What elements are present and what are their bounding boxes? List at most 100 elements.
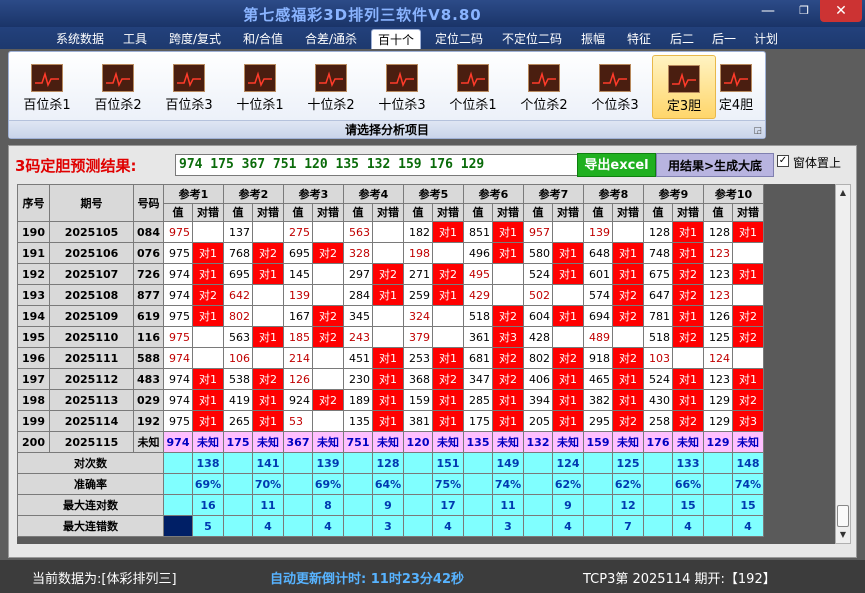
stats-value: 70% — [252, 473, 284, 495]
menu-sum-value[interactable]: 和/合值 — [235, 29, 291, 49]
stats-blank — [223, 515, 253, 537]
menu-tools[interactable]: 工具 — [115, 29, 155, 49]
cell-mark: 对2 — [672, 326, 704, 348]
ribbon-button-9[interactable]: 个位杀3 — [583, 55, 647, 119]
cell-value: 451 — [343, 347, 373, 369]
ribbon-button-7[interactable]: 个位杀1 — [441, 55, 505, 119]
cell-value: 518 — [643, 326, 673, 348]
cell-value: 694 — [583, 305, 613, 327]
ribbon-button-label: 百位杀1 — [23, 98, 71, 113]
table-row[interactable]: 195 2025110 116 975 563 对1 185 对2 243 379 361 对3 428… — [17, 326, 764, 348]
menu-digit-position[interactable]: 百十个 — [371, 29, 421, 49]
prediction-result-field[interactable]: 974 175 367 751 120 135 132 159 176 129 — [175, 154, 583, 176]
cell-value: 123 — [703, 368, 733, 390]
cell-value: 974 — [163, 347, 193, 369]
cell-mark: 未知 — [432, 431, 464, 453]
ribbon-button-6[interactable]: 十位杀3 — [370, 55, 434, 119]
stats-row: 准确率 69% 70% 69% 64% 75% 74% 62% 62% 66% 74% — [17, 473, 764, 495]
row-period: 2025113 — [49, 389, 134, 411]
ribbon-button-4[interactable]: 十位杀1 — [228, 55, 292, 119]
row-number: 619 — [133, 305, 164, 327]
scroll-down-icon[interactable]: ▼ — [836, 527, 850, 543]
ribbon-button-11[interactable]: 定4胆 — [710, 55, 762, 119]
stats-value: 75% — [432, 473, 464, 495]
header-mark: 对错 — [672, 202, 704, 222]
stats-blank — [283, 452, 313, 474]
generate-base-button[interactable]: 用结果>生成大底 — [656, 153, 774, 177]
cell-mark — [552, 221, 584, 243]
cell-mark — [372, 305, 404, 327]
table-row[interactable]: 198 2025113 029 974 对1 419 对1 924 对2 189 对1 159 对1 28… — [17, 389, 764, 411]
menu-feature[interactable]: 特征 — [618, 29, 660, 49]
vertical-scrollbar[interactable]: ▲ ▼ — [835, 184, 851, 544]
topmost-checkbox[interactable]: ✓ — [777, 155, 789, 167]
close-button[interactable]: ✕ — [820, 0, 862, 22]
stats-value: 151 — [432, 452, 464, 474]
cell-value: 230 — [343, 368, 373, 390]
table-row[interactable]: 193 2025108 877 974 对2 642 139 284 对1 259 对1 429 502… — [17, 284, 764, 306]
table-row[interactable]: 190 2025105 084 975 137 275 563 182 对1 851 对1 957 13… — [17, 221, 764, 243]
ribbon-button-2[interactable]: 百位杀2 — [86, 55, 150, 119]
ribbon-button-3[interactable]: 百位杀3 — [157, 55, 221, 119]
stats-blank — [703, 473, 733, 495]
ribbon-button-label: 十位杀1 — [236, 98, 284, 113]
ribbon-button-8[interactable]: 个位杀2 — [512, 55, 576, 119]
cell-mark — [312, 410, 344, 432]
stats-value: 9 — [552, 494, 584, 516]
menu-span-compound[interactable]: 跨度/复式 — [160, 29, 230, 49]
data-grid: 序号 期号 号码 参考1 参考2 参考3 参考4 参考5 参考6 参考7 参考8 参考9 参考10 值对错… — [17, 184, 835, 544]
cell-mark: 对2 — [252, 242, 284, 264]
menu-back-one[interactable]: 后一 — [706, 29, 742, 49]
cell-value: 275 — [283, 221, 313, 243]
header-ref-6: 参考6 — [463, 184, 524, 204]
cell-mark: 未知 — [192, 431, 224, 453]
cell-mark: 对2 — [252, 368, 284, 390]
table-row[interactable]: 191 2025106 076 975 对1 768 对2 695 对2 328 198 496 对1 5… — [17, 242, 764, 264]
ribbon-expand-icon[interactable]: ◲ — [753, 126, 762, 136]
cell-value: 120 — [403, 431, 433, 453]
cell-mark: 对1 — [432, 221, 464, 243]
menu-unfixed-two-code[interactable]: 不定位二码 — [496, 29, 568, 49]
cell-mark: 对1 — [492, 389, 524, 411]
ribbon-button-5[interactable]: 十位杀2 — [299, 55, 363, 119]
table-row[interactable]: 194 2025109 619 975 对1 802 167 对2 345 324 518 对2 604… — [17, 305, 764, 327]
chart-icon — [528, 64, 560, 92]
menu-system-data[interactable]: 系统数据 — [48, 29, 112, 49]
table-row[interactable]: 200 2025115 未知 974 未知 175 未知 367 未知 751 未知 120 未知 135… — [17, 431, 764, 453]
stats-value: 5 — [192, 515, 224, 537]
row-seq: 197 — [17, 368, 50, 390]
scroll-up-icon[interactable]: ▲ — [836, 185, 850, 201]
header-mark: 对错 — [492, 202, 524, 222]
maximize-button[interactable]: ❐ — [788, 0, 820, 22]
cell-value: 563 — [343, 221, 373, 243]
cell-mark — [312, 347, 344, 369]
scroll-thumb[interactable] — [837, 505, 849, 527]
table-row[interactable]: 192 2025107 726 974 对1 695 对1 145 297 对2 271 对2 495 5… — [17, 263, 764, 285]
chart-icon — [315, 64, 347, 92]
row-period: 2025110 — [49, 326, 134, 348]
menu-back-two[interactable]: 后二 — [664, 29, 700, 49]
export-excel-button[interactable]: 导出excel — [577, 153, 656, 177]
chart-icon — [386, 64, 418, 92]
cell-value: 361 — [463, 326, 493, 348]
cell-value: 265 — [223, 410, 253, 432]
row-period: 2025111 — [49, 347, 134, 369]
ribbon-button-1[interactable]: 百位杀1 — [15, 55, 79, 119]
ribbon-panel: 百位杀1 百位杀2 百位杀3 十位杀1 十位杀2 十位杀3 个位杀1 个位杀2 个位杀3 定3胆 定… — [8, 51, 766, 139]
menu-fixed-two-code[interactable]: 定位二码 — [426, 29, 492, 49]
header-value: 值 — [523, 202, 553, 222]
cell-value: 368 — [403, 368, 433, 390]
menu-diff-kill[interactable]: 合差/通杀 — [296, 29, 366, 49]
table-row[interactable]: 196 2025111 588 974 106 214 451 对1 253 对1 681 对2 802… — [17, 347, 764, 369]
minimize-button[interactable]: — — [748, 0, 788, 22]
cell-mark: 对1 — [552, 410, 584, 432]
ribbon-button-10[interactable]: 定3胆 — [652, 55, 716, 119]
stats-value: 3 — [492, 515, 524, 537]
stats-value: 11 — [252, 494, 284, 516]
cell-value: 975 — [163, 410, 193, 432]
menu-plan[interactable]: 计划 — [748, 29, 784, 49]
table-row[interactable]: 197 2025112 483 974 对1 538 对2 126 230 对1 368 对2 347 对… — [17, 368, 764, 390]
menu-amplitude[interactable]: 振幅 — [572, 29, 614, 49]
header-value: 值 — [223, 202, 253, 222]
table-row[interactable]: 199 2025114 192 975 对1 265 对1 53 135 对1 381 对1 175 对1… — [17, 410, 764, 432]
